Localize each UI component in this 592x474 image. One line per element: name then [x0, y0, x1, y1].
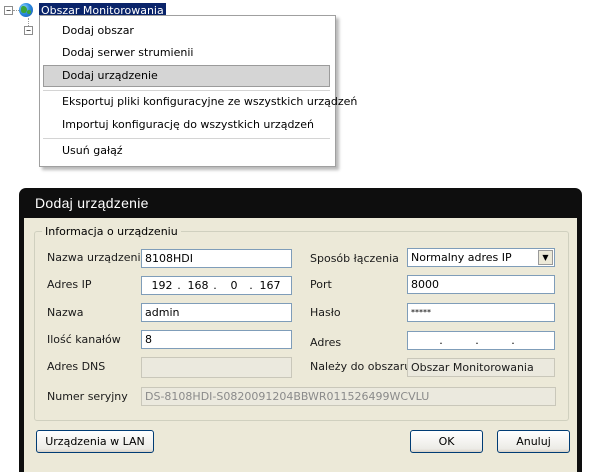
- ip-octet[interactable]: 192: [148, 277, 176, 294]
- context-menu: Dodaj obszar Dodaj serwer strumienii Dod…: [39, 15, 357, 167]
- label-dns-address: Adres DNS: [47, 360, 106, 373]
- dialog-body: Informacja o urządzeniu Nazwa urządzenia…: [24, 218, 577, 472]
- label-username: Nazwa: [47, 306, 84, 319]
- port-field[interactable]: 8000: [407, 275, 555, 294]
- address-field[interactable]: . . .: [407, 331, 555, 350]
- device-name-field[interactable]: 8108HDI: [141, 249, 292, 268]
- collapse-toggle-icon[interactable]: −: [4, 6, 13, 15]
- label-connection-mode: Sposób łączenia: [310, 252, 399, 265]
- password-field[interactable]: *****: [407, 303, 555, 322]
- ip-dot: .: [213, 279, 217, 292]
- globe-icon: [19, 3, 33, 17]
- address-dot: .: [439, 334, 443, 347]
- dns-address-field: [141, 357, 292, 378]
- belongs-to-area-field: Obszar Monitorowania: [407, 358, 555, 377]
- menu-item-export-config[interactable]: Eksportuj pliki konfiguracyjne ze wszyst…: [43, 91, 357, 113]
- chevron-down-icon[interactable]: ▼: [538, 250, 553, 265]
- menu-separator: [43, 138, 330, 139]
- ip-dot: .: [249, 279, 253, 292]
- serial-number-field: DS-8108HDI-S0820091204BBWR011526499WCVLU: [141, 387, 556, 406]
- menu-item-delete-branch[interactable]: Usuń gałąź: [43, 140, 330, 162]
- label-channel-count: Ilość kanałów: [47, 333, 121, 346]
- ip-address-field[interactable]: 192 . 168 . 0 . 167: [141, 276, 292, 295]
- lan-devices-button[interactable]: Urządzenia w LAN: [36, 430, 154, 453]
- collapse-toggle-icon[interactable]: −: [24, 26, 33, 35]
- ip-octet[interactable]: 167: [256, 277, 284, 294]
- ip-octet[interactable]: 168: [184, 277, 212, 294]
- connection-mode-value: Normalny adres IP: [411, 251, 512, 264]
- label-device-name: Nazwa urządzenia: [47, 251, 148, 264]
- menu-item-import-config[interactable]: Importuj konfigurację do wszystkich urzą…: [43, 114, 330, 136]
- ok-button[interactable]: OK: [410, 430, 483, 453]
- dialog-title: Dodaj urządzenie: [35, 195, 149, 211]
- label-ip-address: Adres IP: [47, 278, 92, 291]
- label-port: Port: [310, 278, 332, 291]
- connection-mode-select[interactable]: Normalny adres IP ▼: [407, 248, 555, 267]
- ip-dot: .: [177, 279, 181, 292]
- label-belongs-to-area: Należy do obszaru: [310, 360, 412, 373]
- menu-item-add-area[interactable]: Dodaj obszar: [43, 20, 330, 42]
- channel-count-field[interactable]: 8: [141, 330, 292, 349]
- menu-item-add-stream-server[interactable]: Dodaj serwer strumienii: [43, 42, 330, 64]
- menu-item-add-device[interactable]: Dodaj urządzenie: [43, 65, 330, 87]
- address-dot: .: [475, 334, 479, 347]
- add-device-dialog: Dodaj urządzenie Informacja o urządzeniu…: [19, 188, 582, 472]
- label-address: Adres: [310, 336, 342, 349]
- username-field[interactable]: admin: [141, 303, 292, 322]
- label-serial-number: Numer seryjny: [47, 390, 128, 403]
- cancel-button[interactable]: Anuluj: [497, 430, 570, 453]
- ip-octet[interactable]: 0: [220, 277, 248, 294]
- group-title: Informacja o urządzeniu: [42, 225, 181, 238]
- label-password: Hasło: [310, 306, 341, 319]
- address-dot: .: [511, 334, 515, 347]
